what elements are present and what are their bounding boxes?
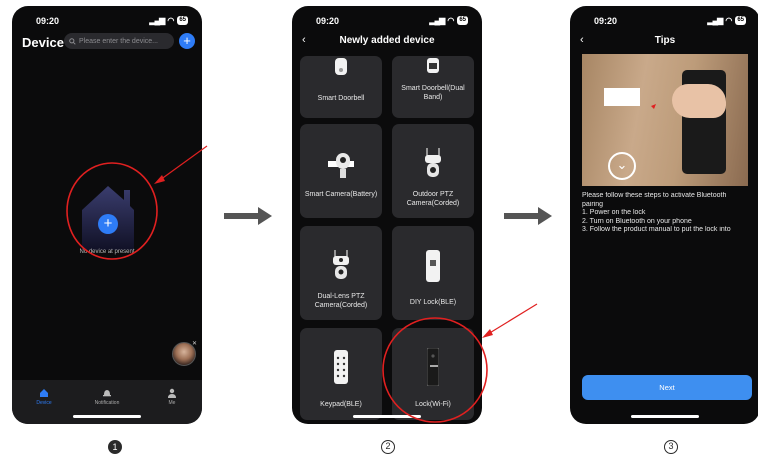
step-number-1: 1: [108, 440, 122, 454]
tab-me[interactable]: Me: [147, 388, 197, 406]
tab-me-label: Me: [168, 400, 176, 406]
wifi-icon: ◠: [167, 16, 175, 25]
device-card-label: Lock(Wi-Fi): [415, 401, 451, 408]
status-time: 09:20: [594, 16, 618, 26]
battery-icon: 65: [735, 16, 746, 25]
instruction-line: Please follow these steps to activate Bl…: [582, 192, 727, 199]
device-card-lock-wifi[interactable]: Lock(Wi-Fi): [392, 328, 474, 420]
add-first-device-button[interactable]: +: [98, 214, 118, 234]
search-icon: [69, 37, 76, 45]
status-bar: 09:20 ▂▄▆ ◠ 65: [12, 16, 202, 30]
status-time: 09:20: [36, 16, 60, 26]
person-icon: [168, 388, 176, 398]
phone-screen-tips: 09:20 ▂▄▆ ◠ 65 ‹ Tips ⌄ Please follow th…: [570, 6, 758, 424]
ptz-camera-icon: [425, 148, 441, 177]
pointer-arrow: [487, 303, 538, 335]
home-icon: [40, 389, 48, 397]
signal-icon: ▂▄▆: [149, 16, 165, 25]
doorbell-icon: [335, 58, 347, 75]
device-card-label: Keypad(BLE): [320, 401, 362, 408]
instruction-line: 1. Power on the lock: [582, 209, 646, 216]
tab-notification[interactable]: Notification: [82, 388, 132, 406]
tab-notification-label: Notification: [94, 400, 120, 406]
device-card-smart-doorbell[interactable]: Smart Doorbell: [300, 56, 382, 118]
empty-state-text: No device at present: [79, 249, 135, 255]
add-device-button[interactable]: +: [179, 33, 195, 49]
instructions-text: Please follow these steps to activate Bl…: [582, 192, 754, 235]
hand-image: [672, 84, 726, 118]
device-card-label: Dual-Lens PTZ Camera(Corded): [314, 293, 368, 309]
lock-pairing-photo: ⌄: [582, 54, 748, 186]
instruction-line: pairing: [582, 200, 604, 208]
chevron-down-icon: ⌄: [608, 152, 636, 180]
tab-device[interactable]: Device: [19, 388, 69, 406]
status-bar: 09:20 ▂▄▆ ◠ 65: [570, 16, 758, 30]
next-button[interactable]: Next: [582, 375, 752, 400]
search-placeholder: Please enter the device...: [79, 37, 158, 45]
device-card-dual-lens-ptz-camera-corded[interactable]: Dual-Lens PTZ Camera(Corded): [300, 226, 382, 320]
device-card-outdoor-ptz-camera-corded[interactable]: Outdoor PTZ Camera(Corded): [392, 124, 474, 218]
tab-device-label: Device: [36, 400, 52, 406]
battery-icon: 65: [177, 16, 188, 25]
diy-lock-icon: [426, 250, 440, 282]
step-number-3: 3: [664, 440, 678, 454]
camera-icon: [328, 153, 354, 178]
dual-lens-camera-icon: [333, 250, 349, 279]
phone-screen-device-list: 09:20 ▂▄▆ ◠ 65 Device Please enter the d…: [12, 6, 202, 424]
device-card-smart-camera-battery[interactable]: Smart Camera(Battery): [300, 124, 382, 218]
device-card-label: DIY Lock(BLE): [409, 299, 457, 306]
device-card-label: Smart Doorbell: [317, 95, 365, 102]
flow-arrow-icon: [504, 207, 552, 225]
phone-screen-add-device: 09:20 ▂▄▆ ◠ 65 ‹ Newly added device Smar…: [292, 6, 482, 424]
signal-icon: ▂▄▆: [707, 16, 723, 25]
wifi-lock-icon: [427, 348, 439, 386]
signal-icon: ▂▄▆: [429, 16, 445, 25]
home-indicator: [631, 415, 699, 418]
status-time: 09:20: [316, 16, 340, 26]
step-number-2: 2: [381, 440, 395, 454]
page-title: Tips: [654, 35, 676, 46]
device-card-diy-lock-ble[interactable]: DIY Lock(BLE): [392, 226, 474, 320]
page-title: Device: [22, 35, 64, 50]
wifi-icon: ◠: [447, 16, 455, 25]
status-bar: 09:20 ▂▄▆ ◠ 65: [292, 16, 482, 30]
keypad-icon: [334, 350, 348, 384]
instruction-line: 3. Follow the product manual to put the …: [582, 226, 731, 233]
device-card-label: Smart Doorbell(Dual Band): [401, 85, 465, 101]
close-icon[interactable]: ✕: [192, 340, 197, 347]
battery-icon: 65: [457, 16, 468, 25]
home-indicator: [73, 415, 141, 418]
bell-icon: [103, 390, 111, 397]
label-box: [604, 88, 640, 106]
device-card-smart-doorbell-dual-band[interactable]: Smart Doorbell(Dual Band): [392, 56, 474, 118]
doorbell-icon: [427, 58, 439, 73]
device-card-keypad-ble[interactable]: Keypad(BLE): [300, 328, 382, 420]
instruction-line: 2. Turn on Bluetooth on your phone: [582, 217, 692, 225]
wifi-icon: ◠: [725, 16, 733, 25]
home-indicator: [353, 415, 421, 418]
pointer-arrowhead: [482, 329, 493, 338]
device-card-label: Outdoor PTZ Camera(Corded): [406, 191, 460, 207]
device-card-label: Smart Camera(Battery): [304, 191, 378, 198]
search-input[interactable]: Please enter the device...: [64, 33, 174, 49]
page-title: Newly added device: [339, 35, 435, 46]
flow-arrow-icon: [224, 207, 272, 225]
